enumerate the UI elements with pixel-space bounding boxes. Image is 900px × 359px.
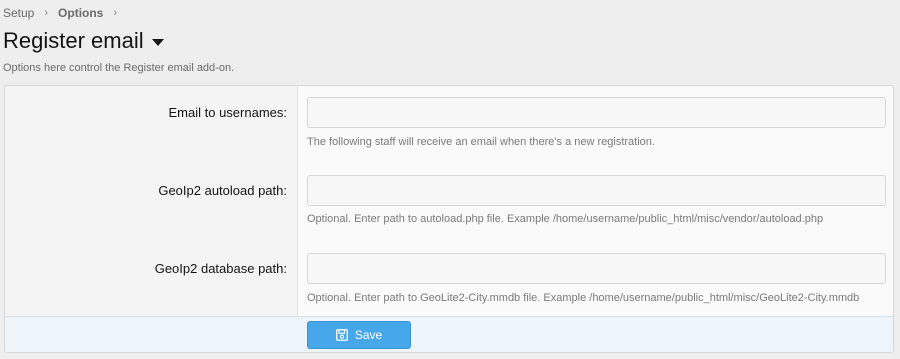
label-column (5, 86, 298, 316)
geoip2-database-path-hint: Optional. Enter path to GeoLite2-City.mm… (307, 292, 860, 304)
title-row: Register email (3, 28, 164, 54)
email-to-usernames-label: Email to usernames: (168, 105, 288, 120)
page-title: Register email (3, 28, 144, 53)
breadcrumb-item-setup[interactable]: Setup (3, 6, 34, 20)
geoip2-autoload-path-hint: Optional. Enter path to autoload.php fil… (307, 213, 824, 225)
breadcrumb-item-options[interactable]: Options (58, 6, 103, 20)
save-button-label: Save (354, 328, 383, 342)
save-button[interactable]: Save (307, 321, 411, 349)
save-icon (335, 329, 348, 341)
options-form: Email to usernames: The following staff … (4, 85, 894, 353)
breadcrumb-separator: › (44, 7, 49, 19)
caret-down-icon[interactable] (151, 38, 164, 46)
page-description: Options here control the Register email … (3, 62, 235, 74)
geoip2-autoload-path-input[interactable] (307, 175, 886, 206)
breadcrumb: Setup › Options › (3, 6, 117, 20)
geoip2-database-path-label: GeoIp2 database path: (154, 261, 287, 276)
email-to-usernames-hint: The following staff will receive an emai… (307, 136, 655, 148)
form-footer: Save (5, 316, 893, 352)
geoip2-database-path-input[interactable] (307, 253, 886, 284)
breadcrumb-separator: › (113, 7, 118, 19)
geoip2-autoload-path-label: GeoIp2 autoload path: (158, 183, 287, 198)
email-to-usernames-input[interactable] (307, 97, 886, 128)
